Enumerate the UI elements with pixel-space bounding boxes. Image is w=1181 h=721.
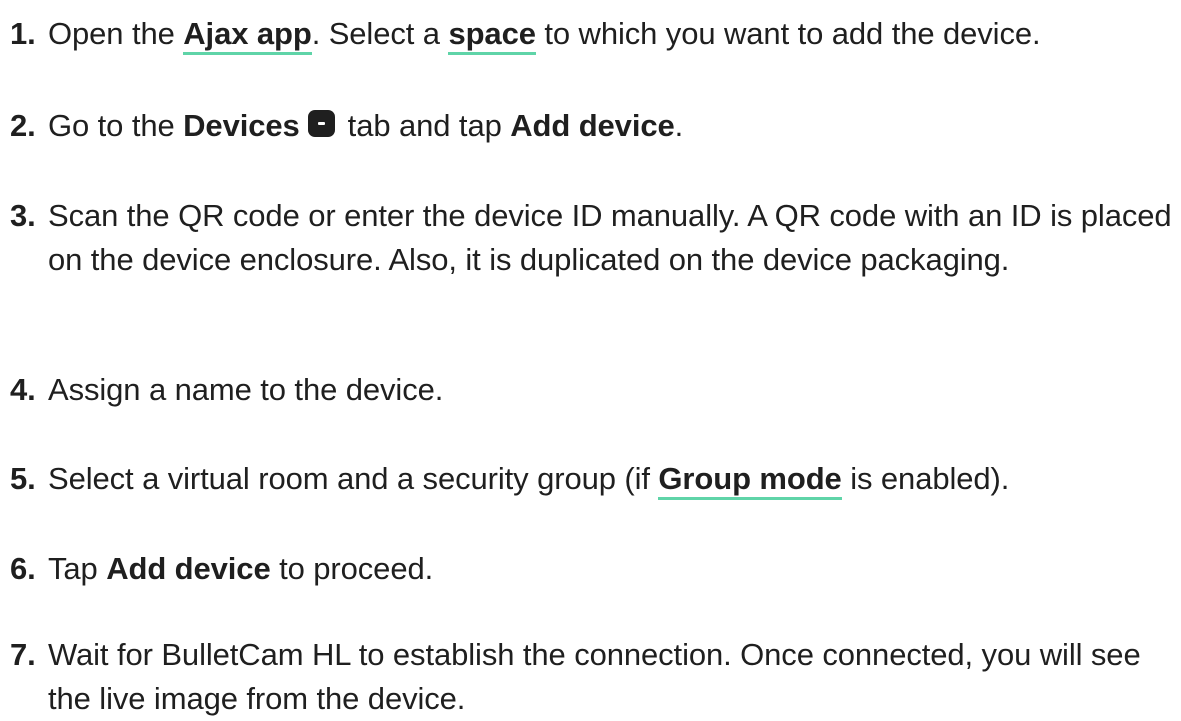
step-1: 1. Open the Ajax app. Select a space to …	[10, 12, 1175, 56]
step-text: Go to the Devices tab and tap Add device…	[48, 108, 684, 143]
step-5: 5. Select a virtual room and a security …	[10, 457, 1175, 501]
group-mode-link[interactable]: Group mode	[658, 461, 842, 500]
devices-tab-label: Devices	[183, 108, 300, 143]
step-number: 4.	[10, 372, 36, 407]
step-7: 7. Wait for BulletCam HL to establish th…	[10, 633, 1175, 721]
step-number: 6.	[10, 551, 36, 586]
step-text: Scan the QR code or enter the device ID …	[48, 198, 1172, 277]
step-text: Assign a name to the device.	[48, 372, 444, 407]
step-2: 2. Go to the Devices tab and tap Add dev…	[10, 104, 1175, 148]
step-text: Select a virtual room and a security gro…	[10, 457, 1175, 501]
step-number: 3.	[10, 198, 36, 233]
step-number: 2.	[10, 108, 36, 143]
step-3: 3. Scan the QR code or enter the device …	[10, 194, 1175, 282]
ajax-app-link[interactable]: Ajax app	[183, 16, 312, 55]
devices-tab-icon	[308, 110, 336, 137]
add-device-label: Add device	[106, 551, 271, 586]
step-number: 5.	[10, 461, 36, 496]
step-text: Wait for BulletCam HL to establish the c…	[48, 637, 1141, 716]
step-4: 4. Assign a name to the device.	[10, 368, 1175, 412]
step-number: 7.	[10, 637, 36, 672]
step-number: 1.	[10, 16, 36, 51]
step-text: Tap Add device to proceed.	[48, 551, 434, 586]
space-link[interactable]: space	[448, 16, 536, 55]
step-text: Open the Ajax app. Select a space to whi…	[10, 12, 1175, 56]
add-device-label: Add device	[510, 108, 675, 143]
step-6: 6. Tap Add device to proceed.	[10, 547, 1175, 591]
